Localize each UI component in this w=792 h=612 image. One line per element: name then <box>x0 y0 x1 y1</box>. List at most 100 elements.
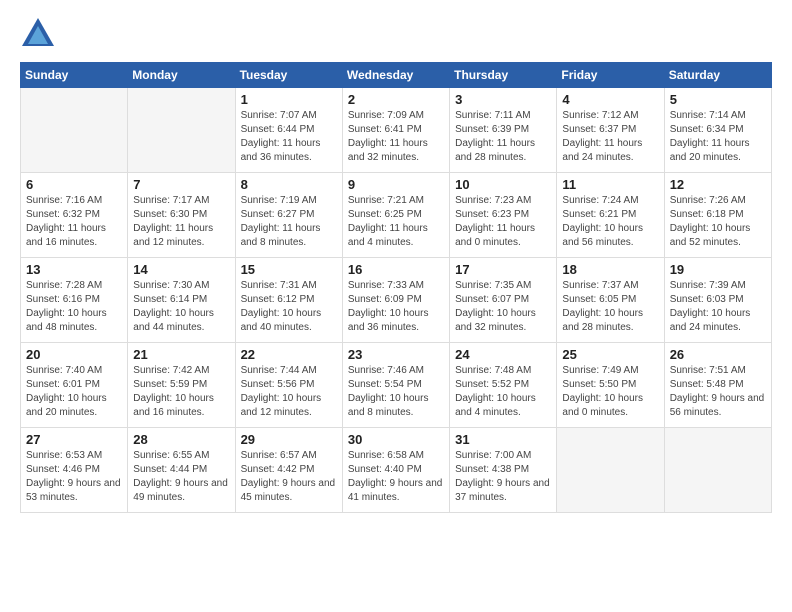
calendar-cell: 20 Sunrise: 7:40 AM Sunset: 6:01 PM Dayli… <box>21 343 128 428</box>
day-number: 17 <box>455 262 551 277</box>
calendar-cell: 9Sunrise: 7:21 AM Sunset: 6:25 PM Daylig… <box>342 173 449 258</box>
day-info: Sunrise: 7:30 AM Sunset: 6:14 PM Dayligh… <box>133 279 229 335</box>
day-info: Sunrise: 7:37 AM Sunset: 6:05 PM Dayligh… <box>562 279 658 335</box>
column-header-tuesday: Tuesday <box>235 63 342 88</box>
day-number: 23 <box>348 347 444 362</box>
logo <box>20 16 60 52</box>
calendar-week-row: 1Sunrise: 7:07 AM Sunset: 6:44 PM Daylig… <box>21 88 772 173</box>
calendar-cell: 15 Sunrise: 7:31 AM Sunset: 6:12 PM Dayli… <box>235 258 342 343</box>
calendar-cell: 3Sunrise: 7:11 AM Sunset: 6:39 PM Daylig… <box>450 88 557 173</box>
calendar-cell: 5 Sunrise: 7:14 AM Sunset: 6:34 PM Daylig… <box>664 88 771 173</box>
calendar-cell: 21 Sunrise: 7:42 AM Sunset: 5:59 PM Dayli… <box>128 343 235 428</box>
day-number: 18 <box>562 262 658 277</box>
day-number: 11 <box>562 177 658 192</box>
day-number: 9 <box>348 177 444 192</box>
calendar-cell: 10 Sunrise: 7:23 AM Sunset: 6:23 PM Dayli… <box>450 173 557 258</box>
column-header-monday: Monday <box>128 63 235 88</box>
day-number: 22 <box>241 347 337 362</box>
day-info: Sunrise: 6:53 AM Sunset: 4:46 PM Dayligh… <box>26 449 122 505</box>
day-info: Sunrise: 7:23 AM Sunset: 6:23 PM Dayligh… <box>455 194 551 250</box>
day-number: 6 <box>26 177 122 192</box>
calendar-cell: 19 Sunrise: 7:39 AM Sunset: 6:03 PM Dayli… <box>664 258 771 343</box>
calendar-cell: 27 Sunrise: 6:53 AM Sunset: 4:46 PM Dayli… <box>21 428 128 513</box>
day-info: Sunrise: 7:42 AM Sunset: 5:59 PM Dayligh… <box>133 364 229 420</box>
day-number: 14 <box>133 262 229 277</box>
column-header-wednesday: Wednesday <box>342 63 449 88</box>
day-info: Sunrise: 7:31 AM Sunset: 6:12 PM Dayligh… <box>241 279 337 335</box>
calendar-cell: 13Sunrise: 7:28 AM Sunset: 6:16 PM Dayli… <box>21 258 128 343</box>
logo-icon <box>20 16 56 52</box>
day-number: 21 <box>133 347 229 362</box>
calendar-cell: 24 Sunrise: 7:48 AM Sunset: 5:52 PM Dayli… <box>450 343 557 428</box>
column-header-thursday: Thursday <box>450 63 557 88</box>
calendar-cell: 4 Sunrise: 7:12 AM Sunset: 6:37 PM Daylig… <box>557 88 664 173</box>
day-number: 25 <box>562 347 658 362</box>
day-info: Sunrise: 7:40 AM Sunset: 6:01 PM Dayligh… <box>26 364 122 420</box>
day-info: Sunrise: 7:14 AM Sunset: 6:34 PM Dayligh… <box>670 109 766 165</box>
day-info: Sunrise: 7:44 AM Sunset: 5:56 PM Dayligh… <box>241 364 337 420</box>
day-number: 7 <box>133 177 229 192</box>
day-info: Sunrise: 7:49 AM Sunset: 5:50 PM Dayligh… <box>562 364 658 420</box>
day-info: Sunrise: 7:24 AM Sunset: 6:21 PM Dayligh… <box>562 194 658 250</box>
day-info: Sunrise: 7:28 AM Sunset: 6:16 PM Dayligh… <box>26 279 122 335</box>
day-number: 20 <box>26 347 122 362</box>
day-info: Sunrise: 7:09 AM Sunset: 6:41 PM Dayligh… <box>348 109 444 165</box>
day-number: 5 <box>670 92 766 107</box>
day-info: Sunrise: 7:17 AM Sunset: 6:30 PM Dayligh… <box>133 194 229 250</box>
calendar-cell: 17Sunrise: 7:35 AM Sunset: 6:07 PM Dayli… <box>450 258 557 343</box>
calendar-cell: 12 Sunrise: 7:26 AM Sunset: 6:18 PM Dayli… <box>664 173 771 258</box>
calendar-cell: 7 Sunrise: 7:17 AM Sunset: 6:30 PM Daylig… <box>128 173 235 258</box>
calendar-cell: 6 Sunrise: 7:16 AM Sunset: 6:32 PM Daylig… <box>21 173 128 258</box>
day-number: 19 <box>670 262 766 277</box>
calendar-week-row: 13Sunrise: 7:28 AM Sunset: 6:16 PM Dayli… <box>21 258 772 343</box>
calendar-cell <box>128 88 235 173</box>
day-info: Sunrise: 7:46 AM Sunset: 5:54 PM Dayligh… <box>348 364 444 420</box>
day-info: Sunrise: 7:39 AM Sunset: 6:03 PM Dayligh… <box>670 279 766 335</box>
day-info: Sunrise: 7:19 AM Sunset: 6:27 PM Dayligh… <box>241 194 337 250</box>
calendar-cell: 31Sunrise: 7:00 AM Sunset: 4:38 PM Dayli… <box>450 428 557 513</box>
day-number: 24 <box>455 347 551 362</box>
column-header-sunday: Sunday <box>21 63 128 88</box>
calendar-week-row: 20 Sunrise: 7:40 AM Sunset: 6:01 PM Dayli… <box>21 343 772 428</box>
day-info: Sunrise: 7:51 AM Sunset: 5:48 PM Dayligh… <box>670 364 766 420</box>
calendar-cell <box>664 428 771 513</box>
day-number: 4 <box>562 92 658 107</box>
day-info: Sunrise: 7:16 AM Sunset: 6:32 PM Dayligh… <box>26 194 122 250</box>
calendar-cell: 1Sunrise: 7:07 AM Sunset: 6:44 PM Daylig… <box>235 88 342 173</box>
column-header-saturday: Saturday <box>664 63 771 88</box>
day-number: 3 <box>455 92 551 107</box>
calendar-cell <box>557 428 664 513</box>
day-info: Sunrise: 6:58 AM Sunset: 4:40 PM Dayligh… <box>348 449 444 505</box>
day-number: 2 <box>348 92 444 107</box>
calendar-cell: 16Sunrise: 7:33 AM Sunset: 6:09 PM Dayli… <box>342 258 449 343</box>
day-number: 26 <box>670 347 766 362</box>
calendar-cell: 26 Sunrise: 7:51 AM Sunset: 5:48 PM Dayli… <box>664 343 771 428</box>
day-number: 15 <box>241 262 337 277</box>
day-info: Sunrise: 7:48 AM Sunset: 5:52 PM Dayligh… <box>455 364 551 420</box>
day-number: 12 <box>670 177 766 192</box>
day-number: 10 <box>455 177 551 192</box>
day-number: 8 <box>241 177 337 192</box>
calendar-cell <box>21 88 128 173</box>
day-number: 27 <box>26 432 122 447</box>
day-number: 28 <box>133 432 229 447</box>
day-info: Sunrise: 7:07 AM Sunset: 6:44 PM Dayligh… <box>241 109 337 165</box>
day-number: 29 <box>241 432 337 447</box>
page-header <box>20 16 772 52</box>
calendar-week-row: 6 Sunrise: 7:16 AM Sunset: 6:32 PM Daylig… <box>21 173 772 258</box>
calendar-week-row: 27 Sunrise: 6:53 AM Sunset: 4:46 PM Dayli… <box>21 428 772 513</box>
day-info: Sunrise: 7:00 AM Sunset: 4:38 PM Dayligh… <box>455 449 551 505</box>
day-number: 30 <box>348 432 444 447</box>
day-info: Sunrise: 6:55 AM Sunset: 4:44 PM Dayligh… <box>133 449 229 505</box>
calendar-cell: 22 Sunrise: 7:44 AM Sunset: 5:56 PM Dayli… <box>235 343 342 428</box>
calendar-cell: 14 Sunrise: 7:30 AM Sunset: 6:14 PM Dayli… <box>128 258 235 343</box>
day-info: Sunrise: 7:12 AM Sunset: 6:37 PM Dayligh… <box>562 109 658 165</box>
day-info: Sunrise: 7:26 AM Sunset: 6:18 PM Dayligh… <box>670 194 766 250</box>
calendar-cell: 2 Sunrise: 7:09 AM Sunset: 6:41 PM Daylig… <box>342 88 449 173</box>
calendar-cell: 23 Sunrise: 7:46 AM Sunset: 5:54 PM Dayli… <box>342 343 449 428</box>
calendar-table: SundayMondayTuesdayWednesdayThursdayFrid… <box>20 62 772 513</box>
calendar-cell: 18 Sunrise: 7:37 AM Sunset: 6:05 PM Dayli… <box>557 258 664 343</box>
day-info: Sunrise: 6:57 AM Sunset: 4:42 PM Dayligh… <box>241 449 337 505</box>
calendar-cell: 11 Sunrise: 7:24 AM Sunset: 6:21 PM Dayli… <box>557 173 664 258</box>
column-header-friday: Friday <box>557 63 664 88</box>
